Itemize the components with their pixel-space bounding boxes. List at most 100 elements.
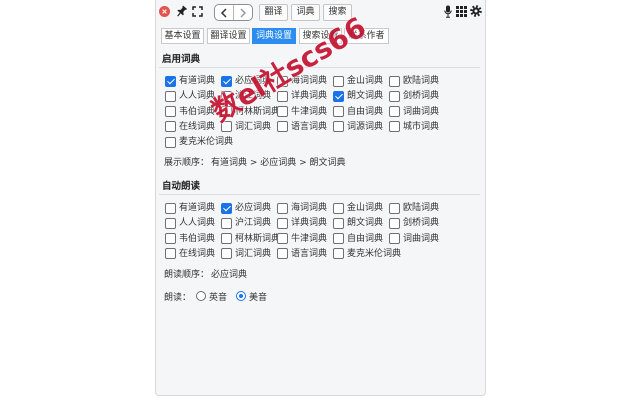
- dictionary-option[interactable]: 剑桥词典: [389, 217, 439, 229]
- checkbox[interactable]: [389, 202, 400, 214]
- checkbox[interactable]: [165, 233, 176, 245]
- checkbox[interactable]: [389, 75, 400, 87]
- dictionary-option[interactable]: 有道词典: [165, 75, 215, 87]
- dictionary-option[interactable]: 沪江词典: [221, 217, 271, 229]
- tab-translate[interactable]: 翻译: [259, 4, 288, 21]
- grid-icon[interactable]: [456, 6, 467, 17]
- checkbox[interactable]: [221, 106, 232, 118]
- checkbox[interactable]: [333, 75, 344, 87]
- settings-tab-search[interactable]: 搜索设置: [299, 28, 342, 44]
- checkbox[interactable]: [389, 233, 400, 245]
- dictionary-option[interactable]: 沪江词典: [221, 90, 271, 102]
- settings-tab-contact[interactable]: 联系作者: [344, 28, 389, 44]
- dictionary-option[interactable]: 详典词典: [277, 217, 327, 229]
- settings-tab-dictionary[interactable]: 词典设置: [252, 28, 296, 44]
- checkbox[interactable]: [221, 217, 232, 229]
- dictionary-option[interactable]: 剑桥词典: [389, 90, 439, 102]
- checkbox[interactable]: [165, 121, 176, 133]
- microphone-icon[interactable]: [444, 5, 452, 18]
- dictionary-option[interactable]: 自由词典: [333, 233, 383, 245]
- checkbox[interactable]: [221, 233, 232, 245]
- expand-icon[interactable]: [192, 6, 203, 17]
- tab-search[interactable]: 搜索: [323, 4, 352, 21]
- dictionary-option[interactable]: 词汇词典: [221, 248, 271, 260]
- dictionary-option[interactable]: 必应词典: [221, 202, 271, 214]
- radio-button[interactable]: [236, 291, 247, 301]
- close-icon[interactable]: [159, 6, 170, 17]
- checkbox[interactable]: [333, 233, 344, 245]
- dictionary-option[interactable]: 必应词典: [221, 75, 271, 87]
- pin-icon[interactable]: [173, 3, 190, 20]
- dictionary-option[interactable]: 柯林斯词典: [221, 233, 280, 245]
- dictionary-option[interactable]: 金山词典: [333, 75, 383, 87]
- dictionary-option[interactable]: 词汇词典: [221, 121, 271, 133]
- checkbox[interactable]: [221, 202, 232, 214]
- dictionary-option[interactable]: 人人词典: [165, 217, 215, 229]
- checkbox[interactable]: [333, 121, 344, 133]
- dictionary-option[interactable]: 城市词典: [389, 121, 439, 133]
- dictionary-option[interactable]: 自由词典: [333, 106, 383, 118]
- checkbox[interactable]: [333, 106, 344, 118]
- dictionary-option[interactable]: 欧陆词典: [389, 75, 439, 87]
- checkbox[interactable]: [389, 217, 400, 229]
- dictionary-option[interactable]: 麦克米伦词典: [333, 248, 401, 260]
- gear-icon[interactable]: [470, 5, 482, 17]
- tab-dictionary[interactable]: 词典: [291, 4, 320, 21]
- dictionary-option[interactable]: 在线词典: [165, 248, 215, 260]
- dictionary-option[interactable]: 韦伯词典: [165, 233, 215, 245]
- dictionary-option[interactable]: 在线词典: [165, 121, 215, 133]
- checkbox[interactable]: [277, 121, 288, 133]
- dictionary-option[interactable]: 海词词典: [277, 202, 327, 214]
- checkbox[interactable]: [277, 233, 288, 245]
- dictionary-option[interactable]: 欧陆词典: [389, 202, 439, 214]
- checkbox[interactable]: [165, 90, 176, 102]
- checkbox[interactable]: [277, 106, 288, 118]
- dictionary-option[interactable]: 韦伯词典: [165, 106, 215, 118]
- dictionary-option[interactable]: 朗文词典: [333, 217, 383, 229]
- checkbox[interactable]: [333, 202, 344, 214]
- settings-tab-basic[interactable]: 基本设置: [161, 28, 204, 44]
- checkbox[interactable]: [333, 90, 344, 102]
- checkbox[interactable]: [277, 202, 288, 214]
- checkbox[interactable]: [221, 121, 232, 133]
- dictionary-option[interactable]: 词曲词典: [389, 233, 439, 245]
- checkbox[interactable]: [277, 75, 288, 87]
- checkbox[interactable]: [165, 75, 176, 87]
- dictionary-option[interactable]: 详典词典: [277, 90, 327, 102]
- checkbox[interactable]: [333, 248, 344, 260]
- checkbox[interactable]: [277, 217, 288, 229]
- back-button[interactable]: [215, 5, 233, 20]
- radio-button[interactable]: [196, 291, 207, 301]
- dictionary-option[interactable]: 柯林斯词典: [221, 106, 280, 118]
- dictionary-option[interactable]: 有道词典: [165, 202, 215, 214]
- dictionary-option[interactable]: 词源词典: [333, 121, 383, 133]
- checkbox[interactable]: [221, 75, 232, 87]
- dictionary-option[interactable]: 海词词典: [277, 75, 327, 87]
- dictionary-option[interactable]: 牛津词典: [277, 233, 327, 245]
- checkbox[interactable]: [165, 217, 176, 229]
- checkbox[interactable]: [165, 106, 176, 118]
- checkbox[interactable]: [165, 202, 176, 214]
- checkbox[interactable]: [389, 90, 400, 102]
- settings-tab-translate[interactable]: 翻译设置: [207, 28, 250, 44]
- checkbox[interactable]: [165, 136, 176, 148]
- dictionary-option[interactable]: 人人词典: [165, 90, 215, 102]
- forward-button[interactable]: [233, 5, 252, 20]
- accent-option-us[interactable]: 美音: [236, 290, 267, 303]
- dictionary-option[interactable]: 朗文词典: [333, 90, 383, 102]
- checkbox[interactable]: [221, 248, 232, 260]
- checkbox[interactable]: [277, 90, 288, 102]
- checkbox[interactable]: [165, 248, 176, 260]
- checkbox[interactable]: [389, 121, 400, 133]
- checkbox[interactable]: [333, 217, 344, 229]
- checkbox[interactable]: [277, 248, 288, 260]
- dictionary-option[interactable]: 语言词典: [277, 248, 327, 260]
- dictionary-option[interactable]: 词曲词典: [389, 106, 439, 118]
- accent-option-uk[interactable]: 英音: [196, 290, 227, 303]
- checkbox[interactable]: [221, 90, 232, 102]
- dictionary-option[interactable]: 麦克米伦词典: [165, 136, 233, 148]
- dictionary-option[interactable]: 金山词典: [333, 202, 383, 214]
- dictionary-option[interactable]: 牛津词典: [277, 106, 327, 118]
- checkbox[interactable]: [389, 106, 400, 118]
- dictionary-option[interactable]: 语言词典: [277, 121, 327, 133]
